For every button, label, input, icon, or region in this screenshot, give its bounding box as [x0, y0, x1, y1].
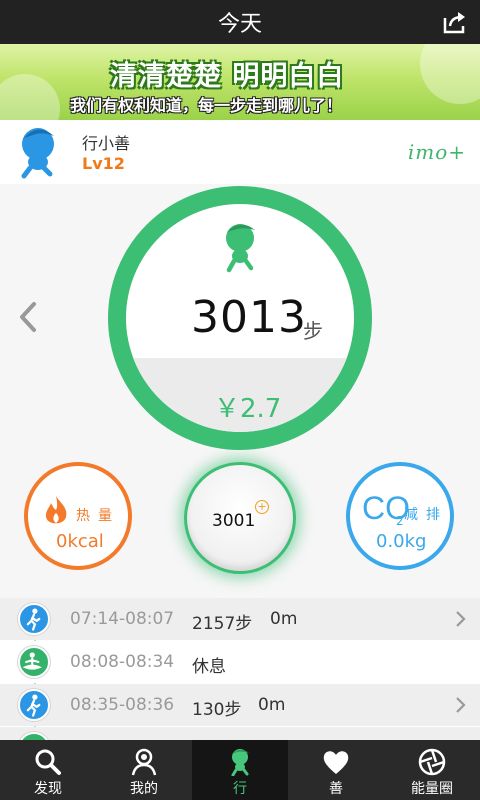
username: 行小善 [82, 134, 131, 153]
chevron-right-icon [456, 611, 466, 627]
tab-walk[interactable]: 行 [192, 740, 288, 800]
calorie-label: 热量 [76, 508, 120, 524]
tab-mine[interactable]: 我的 [96, 740, 192, 800]
aperture-icon [418, 748, 446, 776]
profile-header: 行小善 Lv12 imo+ [0, 120, 480, 184]
banner-headline: 清清楚楚 明明白白 [110, 61, 345, 92]
timeline-row[interactable]: 07:14-08:07 2157步 0m [0, 598, 480, 640]
timeline-distance: 0m [258, 695, 286, 715]
timeline-steps: 130步 [192, 700, 242, 720]
timeline-time: 07:14-08:07 [70, 609, 175, 629]
banner-subline: 我们有权利知道，每一步走到哪儿了！ [70, 96, 343, 115]
timeline-time: 08:08-08:34 [70, 652, 175, 672]
walker-icon [231, 749, 249, 776]
timeline-steps: 2157步 [192, 614, 253, 634]
user-icon [131, 748, 157, 776]
tab-label: 善 [329, 781, 343, 797]
banner-decoration [420, 44, 480, 104]
user-level: Lv12 [82, 154, 125, 173]
co2-label: 减排 [404, 507, 448, 523]
calorie-value: 0kcal [56, 531, 104, 552]
tab-label: 发现 [34, 781, 62, 797]
pending-steps-value: 3001 [212, 511, 256, 531]
brand-logo: imo+ [407, 140, 466, 164]
steps-unit: 步 [303, 319, 323, 343]
walker-icon [226, 224, 255, 273]
tab-label: 行 [233, 781, 247, 797]
share-icon[interactable] [442, 9, 468, 35]
tab-energy-circle[interactable]: 能量圈 [384, 740, 480, 800]
title-bar: 今天 [0, 0, 480, 44]
steps-count: 3013 [191, 292, 307, 343]
rest-icon [18, 732, 50, 740]
activity-timeline: 07:14-08:07 2157步 0m 08:08-08:34 休息 08:3… [0, 598, 480, 740]
add-badge[interactable]: + [255, 500, 269, 514]
timeline-row[interactable] [0, 727, 480, 740]
timeline-time: 08:35-08:36 [70, 695, 175, 715]
avatar[interactable] [14, 124, 66, 180]
tab-label: 能量圈 [411, 781, 453, 797]
previous-day-arrow-icon[interactable] [14, 300, 40, 334]
walk-icon [18, 689, 50, 721]
co2-value: 0.0kg [376, 531, 427, 552]
tab-kindness[interactable]: 善 [288, 740, 384, 800]
tab-discover[interactable]: 发现 [0, 740, 96, 800]
chevron-right-icon [456, 697, 466, 713]
promo-banner[interactable]: 清清楚楚 明明白白 我们有权利知道，每一步走到哪儿了！ [0, 44, 480, 120]
timeline-distance: 0m [270, 609, 298, 629]
heart-icon [323, 751, 349, 774]
timeline-row[interactable]: 08:08-08:34 休息 [0, 641, 480, 683]
co2-subscript: 2 [396, 514, 404, 528]
flame-icon [45, 496, 67, 524]
money-earned: ￥2.7 [214, 394, 282, 424]
bottom-tab-bar: 发现 我的 行 善 能量圈 [0, 740, 480, 800]
timeline-status: 休息 [192, 657, 226, 677]
search-icon [35, 749, 61, 775]
timeline-row[interactable]: 08:35-08:36 130步 0m [0, 684, 480, 726]
page-title: 今天 [217, 12, 262, 37]
tab-label: 我的 [130, 781, 158, 797]
banner-decoration [0, 74, 60, 120]
rest-icon [18, 646, 50, 678]
walk-icon [18, 603, 50, 635]
